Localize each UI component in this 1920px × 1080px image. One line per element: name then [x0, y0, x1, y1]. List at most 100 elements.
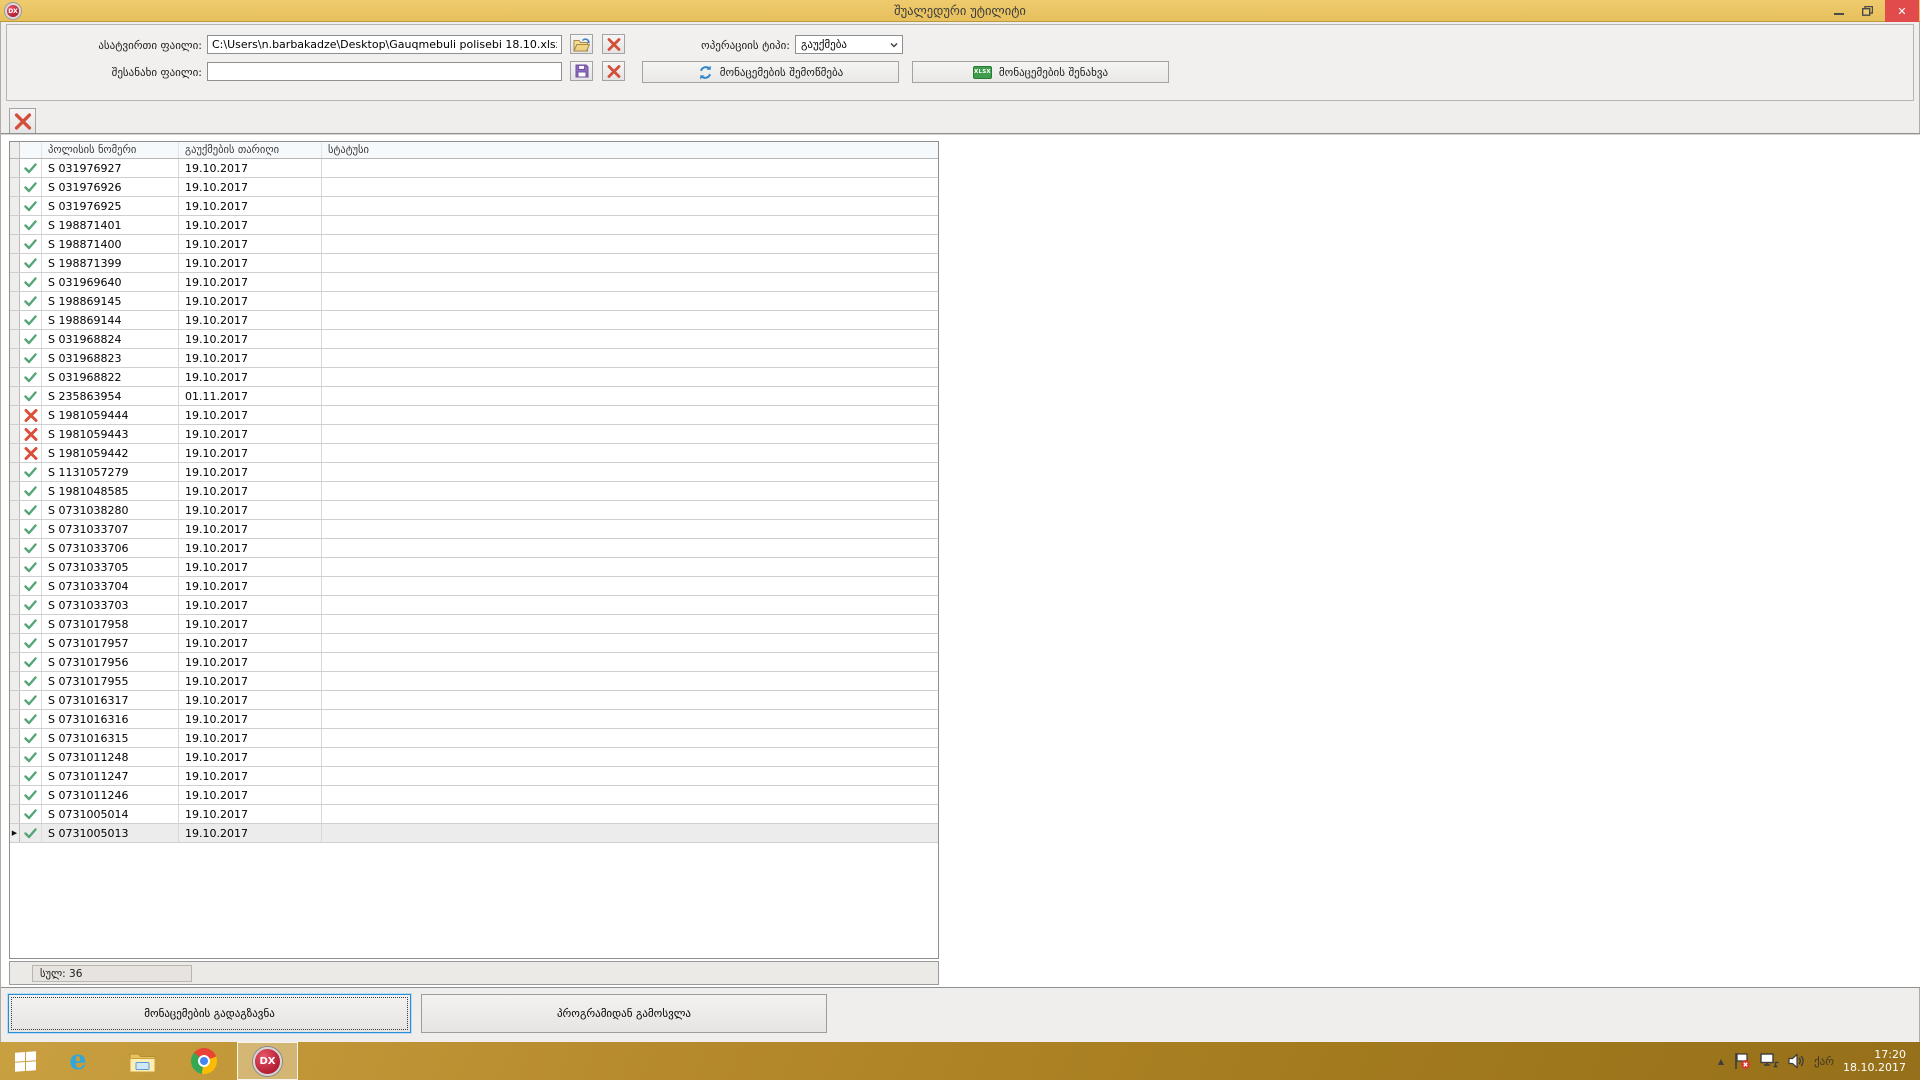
status-cell[interactable] [322, 596, 938, 614]
table-row[interactable]: S 0731017958 19.10.2017 [10, 615, 938, 634]
table-row[interactable]: S 0731011247 19.10.2017 [10, 767, 938, 786]
cancel-date-cell[interactable]: 19.10.2017 [179, 786, 322, 804]
action-center-flag-icon[interactable] [1733, 1052, 1751, 1070]
cancel-date-cell[interactable]: 19.10.2017 [179, 425, 322, 443]
status-cell[interactable] [322, 197, 938, 215]
status-cell[interactable] [322, 254, 938, 272]
policy-number-cell[interactable]: S 235863954 [42, 387, 179, 405]
status-cell[interactable] [322, 748, 938, 766]
network-icon[interactable] [1760, 1053, 1779, 1069]
status-cell[interactable] [322, 539, 938, 557]
policy-number-cell[interactable]: S 0731033706 [42, 539, 179, 557]
status-cell[interactable] [322, 216, 938, 234]
speaker-icon[interactable] [1788, 1053, 1805, 1069]
policy-number-cell[interactable]: S 031968822 [42, 368, 179, 386]
cancel-date-cell[interactable]: 19.10.2017 [179, 292, 322, 310]
taskbar-item-file-explorer[interactable] [122, 1042, 162, 1080]
table-row[interactable]: S 0731016316 19.10.2017 [10, 710, 938, 729]
close-button[interactable]: ✕ [1885, 0, 1919, 22]
policy-number-cell[interactable]: S 0731005013 [42, 824, 179, 842]
minimize-button[interactable] [1828, 0, 1850, 22]
column-header-policy[interactable]: პოლისის ნომერი [42, 142, 179, 158]
status-cell[interactable] [322, 767, 938, 785]
cancel-date-cell[interactable]: 19.10.2017 [179, 444, 322, 462]
status-cell[interactable] [322, 691, 938, 709]
exit-program-button[interactable]: პროგრამიდან გამოსვლა [421, 994, 827, 1033]
policy-number-cell[interactable]: S 0731011246 [42, 786, 179, 804]
column-header-date[interactable]: გაუქმების თარიღი [179, 142, 322, 158]
table-row[interactable]: S 0731011248 19.10.2017 [10, 748, 938, 767]
table-row[interactable]: S 0731033705 19.10.2017 [10, 558, 938, 577]
cancel-date-cell[interactable]: 19.10.2017 [179, 615, 322, 633]
status-cell[interactable] [322, 520, 938, 538]
browse-file-button[interactable] [570, 34, 593, 54]
status-cell[interactable] [322, 349, 938, 367]
table-row[interactable]: S 1981059442 19.10.2017 [10, 444, 938, 463]
policy-number-cell[interactable]: S 1981048585 [42, 482, 179, 500]
status-cell[interactable] [322, 634, 938, 652]
policy-number-cell[interactable]: S 1981059443 [42, 425, 179, 443]
status-cell[interactable] [322, 805, 938, 823]
cancel-date-cell[interactable]: 19.10.2017 [179, 748, 322, 766]
cancel-date-cell[interactable]: 19.10.2017 [179, 178, 322, 196]
cancel-date-cell[interactable]: 19.10.2017 [179, 235, 322, 253]
status-cell[interactable] [322, 501, 938, 519]
cancel-date-cell[interactable]: 19.10.2017 [179, 159, 322, 177]
status-cell[interactable] [322, 368, 938, 386]
taskbar-item-dx-app-active[interactable]: DX [237, 1042, 298, 1080]
hidden-icons-arrow[interactable]: ▲ [1718, 1057, 1724, 1066]
cancel-date-cell[interactable]: 19.10.2017 [179, 330, 322, 348]
column-header-status[interactable]: სტატუსი [322, 142, 938, 158]
status-cell[interactable] [322, 311, 938, 329]
table-row[interactable]: S 0731033707 19.10.2017 [10, 520, 938, 539]
clear-save-file-button[interactable] [602, 61, 625, 81]
policy-number-cell[interactable]: S 198869145 [42, 292, 179, 310]
policy-number-cell[interactable]: S 0731033703 [42, 596, 179, 614]
policy-number-cell[interactable]: S 0731033705 [42, 558, 179, 576]
cancel-date-cell[interactable]: 19.10.2017 [179, 406, 322, 424]
table-row[interactable]: S 031976927 19.10.2017 [10, 159, 938, 178]
policy-number-cell[interactable]: S 031968824 [42, 330, 179, 348]
cancel-date-cell[interactable]: 19.10.2017 [179, 311, 322, 329]
status-cell[interactable] [322, 615, 938, 633]
cancel-date-cell[interactable]: 19.10.2017 [179, 691, 322, 709]
policy-number-cell[interactable]: S 1981059444 [42, 406, 179, 424]
cancel-date-cell[interactable]: 19.10.2017 [179, 710, 322, 728]
table-row[interactable]: S 0731038280 19.10.2017 [10, 501, 938, 520]
policy-number-cell[interactable]: S 031976927 [42, 159, 179, 177]
cancel-date-cell[interactable]: 19.10.2017 [179, 482, 322, 500]
choose-save-file-button[interactable] [570, 61, 593, 81]
status-cell[interactable] [322, 406, 938, 424]
policy-number-cell[interactable]: S 198871399 [42, 254, 179, 272]
cancel-date-cell[interactable]: 19.10.2017 [179, 634, 322, 652]
cancel-date-cell[interactable]: 19.10.2017 [179, 653, 322, 671]
cancel-date-cell[interactable]: 19.10.2017 [179, 539, 322, 557]
policy-number-cell[interactable]: S 0731005014 [42, 805, 179, 823]
cancel-date-cell[interactable]: 19.10.2017 [179, 824, 322, 842]
save-data-button[interactable]: XLSX მონაცემების შენახვა [912, 61, 1169, 83]
taskbar-item-internet-explorer[interactable]: e [58, 1042, 98, 1080]
status-cell[interactable] [322, 653, 938, 671]
cancel-date-cell[interactable]: 19.10.2017 [179, 197, 322, 215]
status-cell[interactable] [322, 558, 938, 576]
table-row[interactable]: S 198871399 19.10.2017 [10, 254, 938, 273]
policy-number-cell[interactable]: S 031969640 [42, 273, 179, 291]
operation-type-select[interactable]: გაუქმება [795, 35, 903, 54]
cancel-date-cell[interactable]: 19.10.2017 [179, 672, 322, 690]
status-cell[interactable] [322, 482, 938, 500]
table-row[interactable]: S 198871401 19.10.2017 [10, 216, 938, 235]
policy-number-cell[interactable]: S 0731017957 [42, 634, 179, 652]
policy-number-cell[interactable]: S 0731038280 [42, 501, 179, 519]
status-cell[interactable] [322, 444, 938, 462]
table-row[interactable]: S 0731033706 19.10.2017 [10, 539, 938, 558]
policy-number-cell[interactable]: S 0731016317 [42, 691, 179, 709]
table-row[interactable]: S 031968823 19.10.2017 [10, 349, 938, 368]
table-row[interactable]: S 0731011246 19.10.2017 [10, 786, 938, 805]
policy-number-cell[interactable]: S 0731033704 [42, 577, 179, 595]
status-cell[interactable] [322, 729, 938, 747]
cancel-date-cell[interactable]: 19.10.2017 [179, 596, 322, 614]
check-data-button[interactable]: მონაცემების შემოწმება [642, 61, 899, 83]
cancel-date-cell[interactable]: 19.10.2017 [179, 558, 322, 576]
policy-number-cell[interactable]: S 198871400 [42, 235, 179, 253]
table-row[interactable]: S 0731005014 19.10.2017 [10, 805, 938, 824]
